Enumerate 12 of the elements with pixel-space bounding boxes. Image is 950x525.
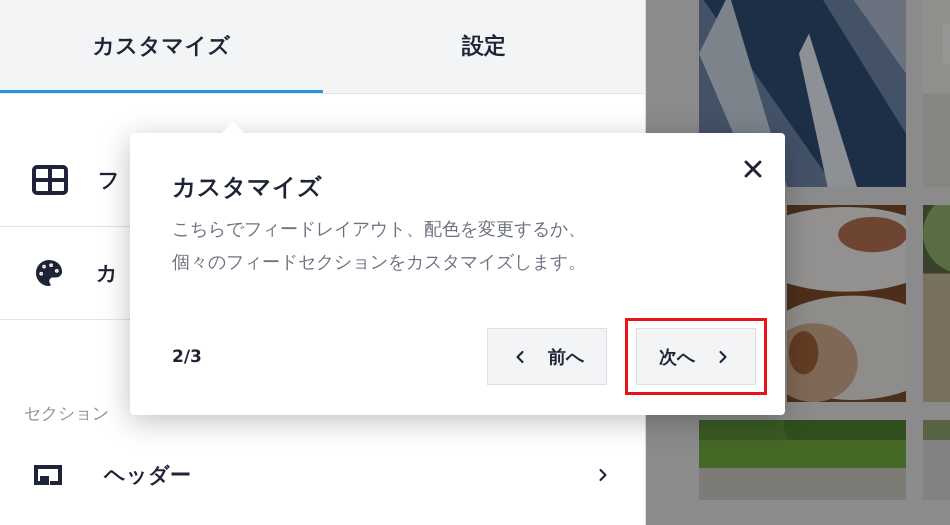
previous-button[interactable]: 前へ [487, 328, 607, 385]
menu-item-label[interactable]: カ [96, 259, 118, 287]
popover-text: こちらでフィードレイアウト、配色を変更するか、 [172, 218, 587, 242]
section-item-label[interactable]: ヘッダー [104, 461, 191, 489]
menu-item-label[interactable]: フ [98, 166, 120, 194]
grid-icon [32, 165, 68, 195]
popover-text: 個々のフィードセクションをカスタマイズします。 [172, 251, 587, 275]
next-button[interactable]: 次へ [636, 328, 756, 385]
header-layout-icon [32, 463, 64, 487]
step-counter: 2/3 [172, 346, 202, 366]
section-heading: セクション [24, 403, 109, 425]
popover-title: カスタマイズ [172, 172, 323, 203]
